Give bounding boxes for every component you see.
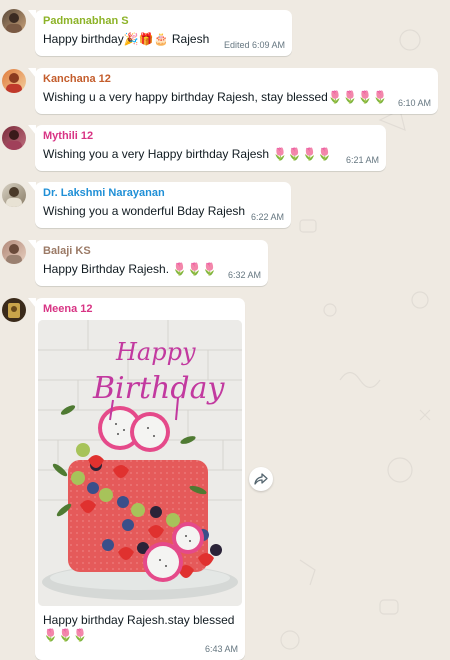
avatar[interactable] bbox=[2, 183, 26, 207]
sender-name[interactable]: Dr. Lakshmi Narayanan bbox=[43, 187, 283, 199]
message-bubble[interactable]: Mythili 12 Wishing you a very Happy birt… bbox=[28, 125, 386, 171]
cake-photo[interactable]: Happy Birthday bbox=[38, 320, 242, 606]
message-time: 6:32 AM bbox=[227, 270, 261, 280]
message-time: 6:10 AM bbox=[397, 98, 431, 108]
message-time: 6:22 AM bbox=[250, 212, 284, 222]
message-text: Wishing u a very happy birthday Rajesh, … bbox=[43, 90, 430, 104]
message-text-main: Happy birthday bbox=[43, 32, 124, 46]
sender-name[interactable]: Balaji KS bbox=[43, 245, 260, 257]
sender-name[interactable]: Padmanabhan S bbox=[43, 15, 284, 27]
message-bubble[interactable]: Kanchana 12 Wishing u a very happy birth… bbox=[28, 68, 438, 114]
cake-topper-line2: Birthday bbox=[92, 371, 225, 406]
avatar[interactable] bbox=[2, 298, 26, 322]
message-text-main: Wishing you a wonderful Bday Rajesh bbox=[43, 204, 246, 218]
message-time: Edited 6:09 AM bbox=[223, 40, 285, 50]
avatar[interactable] bbox=[2, 126, 26, 150]
message-bubble[interactable]: Meena 12 Happy Birthday Happy birthday R… bbox=[28, 298, 245, 660]
cake-topper-line1: Happy bbox=[115, 338, 196, 366]
tulip-emoji: 🌷🌷🌷 bbox=[43, 628, 88, 642]
message-bubble[interactable]: Padmanabhan S Happy birthday🎉🎁🎂 Rajesh E… bbox=[28, 10, 292, 56]
message-text: Wishing you a very Happy birthday Rajesh… bbox=[43, 147, 378, 161]
message-text-emoji-line: 🌷🌷🌷 bbox=[38, 628, 242, 642]
tulip-emoji: 🌷🌷🌷🌷 bbox=[272, 147, 333, 161]
sender-name[interactable]: Mythili 12 bbox=[43, 130, 378, 142]
message-bubble[interactable]: Dr. Lakshmi Narayanan Wishing you a wond… bbox=[28, 182, 291, 228]
forward-icon bbox=[254, 473, 268, 485]
sender-name[interactable]: Kanchana 12 bbox=[43, 73, 430, 85]
tulip-emoji: 🌷🌷🌷 bbox=[172, 262, 218, 276]
message-time: 6:43 AM bbox=[204, 644, 238, 654]
message-text-main: Wishing you a very Happy birthday Rajesh bbox=[43, 147, 270, 161]
party-gift-cake-emoji: 🎉🎁🎂 bbox=[123, 32, 169, 46]
message-text-main: Happy Birthday Rajesh. bbox=[43, 262, 170, 276]
avatar[interactable] bbox=[2, 69, 26, 93]
avatar[interactable] bbox=[2, 9, 26, 33]
tulip-emoji: 🌷🌷🌷🌷 bbox=[327, 90, 388, 104]
message-time: 6:21 AM bbox=[345, 155, 379, 165]
message-text: Happy birthday Rajesh.stay blessed bbox=[38, 613, 242, 627]
forward-button[interactable] bbox=[249, 467, 273, 491]
avatar[interactable] bbox=[2, 240, 26, 264]
message-text-main: Wishing u a very happy birthday Rajesh, … bbox=[43, 90, 328, 104]
message-text-main: Happy birthday Rajesh.stay blessed bbox=[43, 613, 235, 627]
message-text-suffix: Rajesh bbox=[171, 32, 210, 46]
message-bubble[interactable]: Balaji KS Happy Birthday Rajesh. 🌷🌷🌷 6:3… bbox=[28, 240, 268, 286]
message-text: Wishing you a wonderful Bday Rajesh bbox=[43, 204, 283, 218]
sender-name[interactable]: Meena 12 bbox=[38, 303, 242, 315]
